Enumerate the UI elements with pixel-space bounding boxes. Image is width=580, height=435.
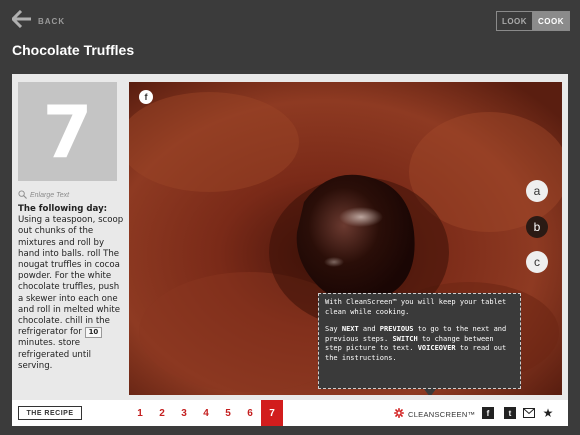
back-button[interactable]: BACK: [10, 9, 66, 33]
option-b-button[interactable]: b: [526, 216, 548, 238]
tooltip-commands: Say NEXT and PREVIOUS to go to the next …: [325, 325, 507, 362]
step-link-6[interactable]: 6: [239, 400, 261, 426]
cleanscreen-button[interactable]: CLEANSCREEN™: [394, 408, 475, 420]
option-a-button[interactable]: a: [526, 180, 548, 202]
step-panel: 7 Enlarge Text The following day: Using …: [12, 74, 568, 426]
step-link-5[interactable]: 5: [217, 400, 239, 426]
step-number: 7: [42, 89, 93, 174]
option-c-button[interactable]: c: [526, 251, 548, 273]
cleanscreen-icon: [394, 408, 408, 420]
cook-tab[interactable]: COOK: [533, 12, 569, 30]
step-heading: The following day:: [18, 204, 108, 214]
cleanscreen-tooltip: With CleanScreen™ you will keep your tab…: [318, 293, 521, 389]
magnifier-icon: [18, 190, 30, 201]
step-link-4[interactable]: 4: [195, 400, 217, 426]
step-text-part2: minutes. store refrigerated until servin…: [18, 338, 92, 371]
recipe-title: Chocolate Truffles: [12, 42, 135, 58]
enlarge-text-label: Enlarge Text: [30, 192, 70, 199]
bottom-bar: THE RECIPE 1 2 3 4 5 6 7 CLEANSCREEN™ f …: [12, 400, 568, 426]
facebook-icon[interactable]: f: [482, 407, 494, 419]
timer-badge[interactable]: 10: [84, 327, 103, 339]
cleanscreen-label: CLEANSCREEN™: [408, 409, 476, 419]
back-label: BACK: [38, 17, 66, 26]
mail-icon[interactable]: [523, 407, 535, 419]
the-recipe-button[interactable]: THE RECIPE: [18, 406, 82, 420]
step-link-2[interactable]: 2: [151, 400, 173, 426]
facebook-share-icon[interactable]: f: [139, 90, 153, 104]
enlarge-text-button[interactable]: Enlarge Text: [18, 190, 69, 201]
step-text-part1: Using a teaspoon, scoop out chunks of th…: [18, 215, 124, 338]
star-icon[interactable]: ★: [542, 406, 554, 420]
step-photo: f a b c With CleanScreen™ you will keep …: [129, 82, 562, 395]
step-link-3[interactable]: 3: [173, 400, 195, 426]
look-tab[interactable]: LOOK: [497, 12, 533, 30]
tooltip-pointer: [424, 389, 436, 395]
step-link-1[interactable]: 1: [129, 400, 151, 426]
mode-toggle: LOOK COOK: [496, 11, 570, 31]
tooltip-intro: With CleanScreen™ you will keep your tab…: [325, 298, 507, 316]
step-instructions: The following day: Using a teaspoon, sco…: [18, 204, 126, 372]
step-link-7[interactable]: 7: [261, 400, 283, 426]
step-pager: 1 2 3 4 5 6 7: [129, 400, 283, 426]
back-arrow-icon: [10, 9, 32, 33]
step-number-box: 7: [18, 82, 117, 181]
twitter-icon[interactable]: t: [504, 407, 516, 419]
